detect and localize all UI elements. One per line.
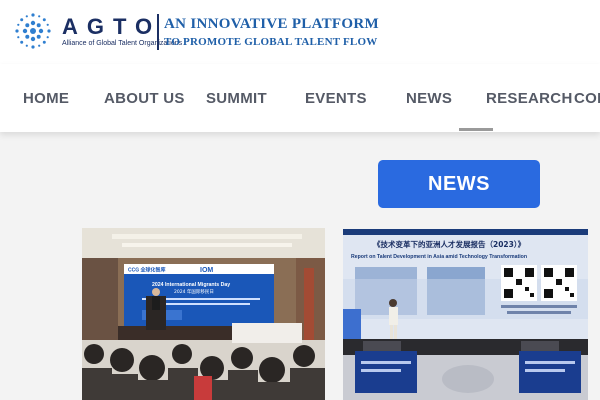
cco-brand-text: CCG 全球化智库 bbox=[128, 267, 166, 274]
logo-divider bbox=[157, 14, 159, 50]
tagline-line1: AN INNOVATIVE PLATFORM bbox=[164, 16, 379, 32]
site-header: AGTO Alliance of Global Talent Organizat… bbox=[0, 0, 600, 64]
news-photo-1[interactable]: CCG 全球化智库 IOM 2024 International Migrant… bbox=[82, 228, 325, 400]
migrants-day-event-photo: CCG 全球化智库 IOM 2024 International Migrant… bbox=[82, 228, 325, 400]
nav-active-indicator bbox=[459, 128, 493, 131]
news-section-button[interactable]: NEWS bbox=[378, 160, 540, 208]
logo-wordmark[interactable]: AGTO bbox=[62, 16, 161, 38]
screen-title-en: Report on Talent Development in Asia ami… bbox=[351, 254, 527, 260]
news-photo-2[interactable]: 《技术变革下的亚洲人才发展报告（2023）》 Report on Talent … bbox=[343, 229, 588, 400]
nav-item-summit[interactable]: SUMMIT bbox=[206, 90, 267, 107]
screen-title-zh: 《技术变革下的亚洲人才发展报告（2023）》 bbox=[373, 239, 525, 249]
nav-item-home[interactable]: HOME bbox=[23, 90, 69, 107]
nav-item-about-us[interactable]: ABOUT US bbox=[104, 90, 185, 107]
main-nav: HOME ABOUT US SUMMIT EVENTS NEWS RESEARC… bbox=[0, 64, 600, 132]
nav-item-news[interactable]: NEWS bbox=[406, 90, 452, 107]
nav-item-research[interactable]: RESEARCH bbox=[486, 90, 573, 107]
nav-item-events[interactable]: EVENTS bbox=[305, 90, 367, 107]
agto-logo-icon[interactable] bbox=[12, 10, 54, 52]
talent-report-launch-photo: 《技术变革下的亚洲人才发展报告（2023）》 Report on Talent … bbox=[343, 229, 588, 400]
screen-title-line2: 2024 年国际移民日 bbox=[174, 288, 214, 295]
tagline-line2: TO PROMOTE GLOBAL TALENT FLOW bbox=[164, 36, 378, 48]
nav-item-contact[interactable]: CON bbox=[574, 90, 600, 107]
iom-brand-text: IOM bbox=[200, 267, 213, 274]
screen-title-line1: 2024 International Migrants Day bbox=[152, 282, 230, 288]
